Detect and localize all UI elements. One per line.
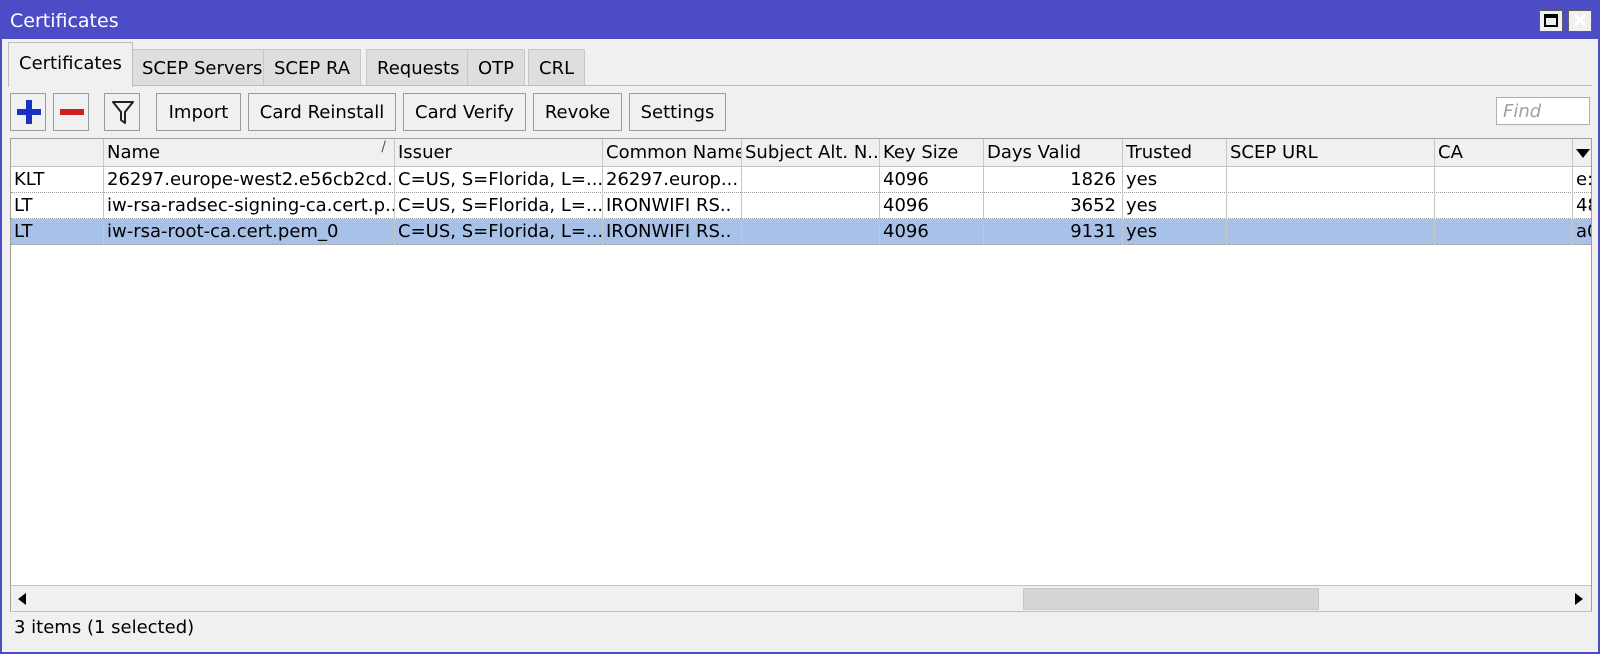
column-trusted[interactable]: Trusted: [1123, 139, 1227, 167]
tab-scep-ra[interactable]: SCEP RA: [263, 49, 362, 86]
cell-overflow: 48: [1576, 195, 1591, 216]
filter-icon: [112, 101, 134, 124]
cell-trusted: yes: [1123, 219, 1227, 245]
cell-ca: [1435, 167, 1573, 193]
column-name[interactable]: Name /: [104, 139, 395, 167]
find-input[interactable]: Find: [1496, 97, 1590, 125]
cell-subject-alt-name: [742, 193, 880, 219]
cell-trusted: yes: [1123, 193, 1227, 219]
scroll-left-icon[interactable]: [11, 586, 37, 611]
cell-common-name: IRONWIFI RS..: [603, 219, 742, 245]
cell-common-name: 26297.europ...: [603, 167, 742, 193]
plus-icon: [17, 100, 41, 124]
table-row-selected[interactable]: LT iw-rsa-root-ca.cert.pem_0 C=US, S=Flo…: [11, 219, 1591, 245]
cell-issuer: C=US, S=Florida, L=...: [395, 219, 603, 245]
cell-trusted: yes: [1123, 167, 1227, 193]
column-key-size[interactable]: Key Size: [880, 139, 984, 167]
cell-subject-alt-name: [742, 219, 880, 245]
minus-icon: [60, 109, 84, 115]
column-days-valid[interactable]: Days Valid: [984, 139, 1123, 167]
table-row[interactable]: LT iw-rsa-radsec-signing-ca.cert.p... C=…: [11, 193, 1591, 219]
status-text: 3 items (1 selected): [14, 617, 195, 638]
cell-key-size: 4096: [880, 219, 984, 245]
maximize-icon: [1544, 14, 1558, 27]
close-button[interactable]: ×: [1568, 8, 1592, 33]
scroll-thumb[interactable]: [1023, 588, 1319, 610]
cell-scep-url: [1227, 193, 1435, 219]
card-reinstall-button[interactable]: Card Reinstall: [248, 93, 396, 131]
remove-button[interactable]: [53, 93, 89, 131]
tab-divider: [8, 85, 1592, 86]
cell-days-valid: 1826: [984, 167, 1123, 193]
card-verify-button[interactable]: Card Verify: [403, 93, 526, 131]
maximize-button[interactable]: [1539, 10, 1563, 32]
cell-name: iw-rsa-root-ca.cert.pem_0: [104, 219, 395, 245]
scroll-right-icon[interactable]: [1565, 586, 1591, 611]
cell-issuer: C=US, S=Florida, L=...: [395, 193, 603, 219]
cell-issuer: C=US, S=Florida, L=...: [395, 167, 603, 193]
import-button[interactable]: Import: [156, 93, 241, 131]
cell-key-size: 4096: [880, 193, 984, 219]
column-issuer[interactable]: Issuer: [395, 139, 603, 167]
table-row[interactable]: KLT 26297.europe-west2.e56cb2cd... C=US,…: [11, 167, 1592, 193]
column-subject-alt-name[interactable]: Subject Alt. N...: [742, 139, 880, 167]
tab-requests[interactable]: Requests: [366, 49, 471, 86]
status-divider: [10, 611, 1592, 612]
column-common-name[interactable]: Common Name: [603, 139, 742, 167]
tab-otp[interactable]: OTP: [467, 49, 526, 86]
cell-ca: [1435, 193, 1573, 219]
columns-menu-icon[interactable]: [1573, 139, 1591, 167]
cell-ca: [1435, 219, 1573, 245]
tab-certificates[interactable]: Certificates: [8, 42, 133, 87]
title-bar[interactable]: Certificates ×: [2, 2, 1598, 39]
settings-button[interactable]: Settings: [629, 93, 726, 131]
cell-overflow: a0: [1576, 221, 1591, 242]
column-name-label: Name: [107, 142, 161, 163]
tab-scep-servers[interactable]: SCEP Servers: [131, 49, 274, 86]
close-icon: ×: [1570, 8, 1590, 33]
window-title: Certificates: [10, 10, 119, 32]
column-flags[interactable]: [11, 139, 104, 167]
cell-key-size: 4096: [880, 167, 984, 193]
sort-icon: /: [381, 139, 386, 155]
cell-days-valid: 3652: [984, 193, 1123, 219]
cell-flags: LT: [11, 193, 104, 219]
scroll-track[interactable]: [37, 586, 1565, 611]
cell-overflow: e:: [1576, 169, 1592, 190]
tab-crl[interactable]: CRL: [528, 49, 586, 86]
cell-days-valid: 9131: [984, 219, 1123, 245]
cell-scep-url: [1227, 219, 1435, 245]
cell-subject-alt-name: [742, 167, 880, 193]
filter-button[interactable]: [104, 93, 140, 131]
column-ca[interactable]: CA: [1435, 139, 1573, 167]
add-button[interactable]: [10, 93, 46, 131]
cell-name: 26297.europe-west2.e56cb2cd...: [104, 167, 395, 193]
cell-scep-url: [1227, 167, 1435, 193]
table-header: Name / Issuer Common Name Subject Alt. N…: [11, 139, 1591, 167]
cell-name: iw-rsa-radsec-signing-ca.cert.p...: [104, 193, 395, 219]
column-scep-url[interactable]: SCEP URL: [1227, 139, 1435, 167]
cell-flags: LT: [11, 219, 104, 245]
certificates-table: Name / Issuer Common Name Subject Alt. N…: [10, 138, 1592, 612]
cell-flags: KLT: [11, 167, 104, 193]
cell-common-name: IRONWIFI RS..: [603, 193, 742, 219]
horizontal-scrollbar[interactable]: [11, 585, 1591, 611]
revoke-button[interactable]: Revoke: [533, 93, 622, 131]
